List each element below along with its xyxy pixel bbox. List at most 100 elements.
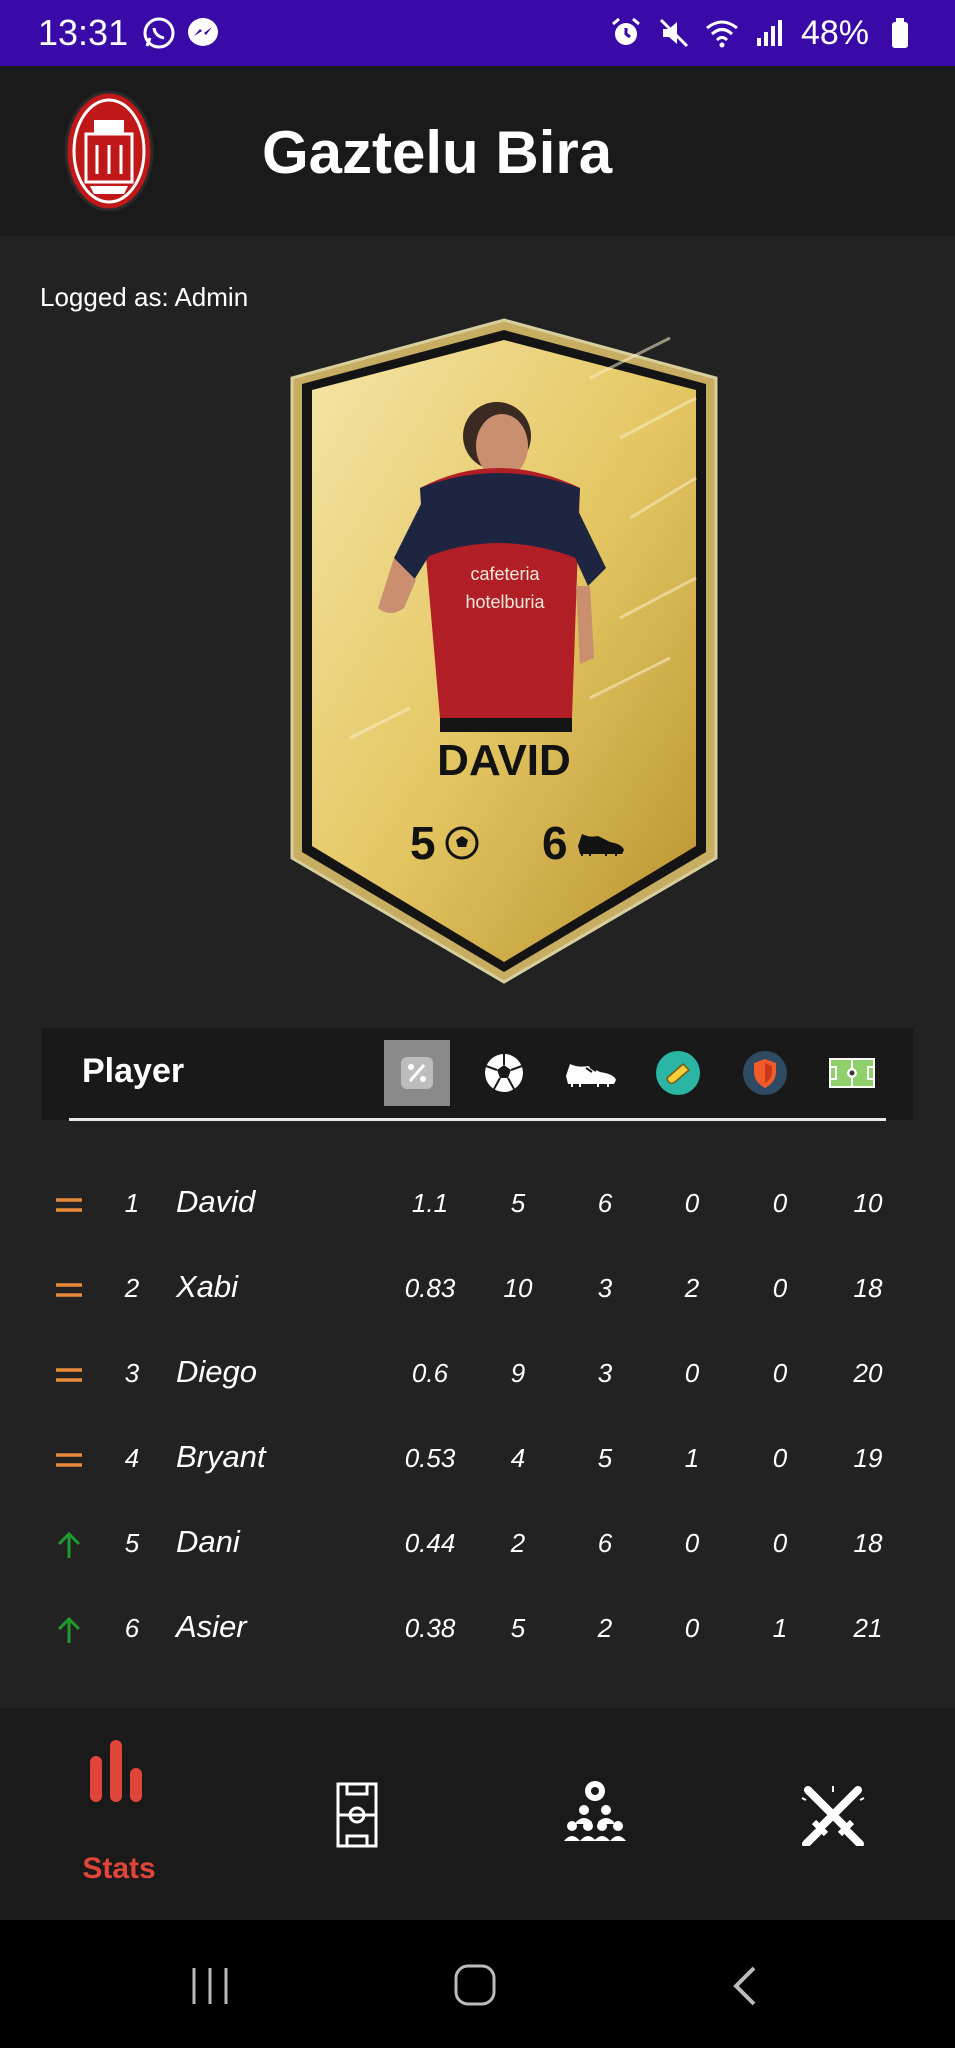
- club-logo: [64, 90, 154, 212]
- sort-whistle-button[interactable]: [645, 1040, 711, 1106]
- row-cell: 0: [684, 1613, 700, 1643]
- row-cell: 0: [772, 1528, 788, 1558]
- row-cell: 1.1: [411, 1188, 449, 1218]
- signal-icon: [756, 20, 782, 46]
- team-icon: [564, 1781, 626, 1841]
- row-cell: 0.38: [404, 1613, 456, 1643]
- boot-icon: [566, 1064, 616, 1087]
- row-cell: 0: [772, 1443, 788, 1473]
- card-assists: 6: [542, 816, 626, 870]
- row-cell: 5: [597, 1443, 613, 1473]
- row-cell: 3: [597, 1358, 613, 1388]
- table-row[interactable]: 6 Asier 0.38 5 2 0 1 21: [0, 1591, 955, 1676]
- recent-apps-icon[interactable]: [188, 1964, 232, 2008]
- wifi-icon: [706, 20, 738, 48]
- row-player-name: Dani: [176, 1524, 240, 1559]
- battery-percent: 48%: [800, 13, 869, 52]
- sort-assists-button[interactable]: [558, 1040, 624, 1106]
- row-cell: 0: [772, 1188, 788, 1218]
- row-player-name: David: [176, 1184, 256, 1219]
- row-rank: 1: [124, 1188, 140, 1218]
- table-row[interactable]: 3 Diego 0.6 9 3 0 0 20: [0, 1336, 955, 1421]
- whatsapp-icon: [143, 17, 175, 49]
- row-cell: 0.83: [404, 1273, 456, 1303]
- row-cell: 6: [597, 1528, 613, 1558]
- mute-icon: [659, 18, 688, 48]
- row-cell: 1: [684, 1443, 700, 1473]
- alarm-icon: [611, 17, 640, 45]
- pitch-icon: [829, 1058, 875, 1088]
- row-rank: 3: [124, 1358, 140, 1388]
- logged-as-label: Logged as: Admin: [40, 282, 249, 312]
- nav-field[interactable]: [238, 1708, 476, 1920]
- row-rank: 5: [124, 1528, 140, 1558]
- status-time: 13:31: [38, 12, 129, 53]
- card-goals: 5: [410, 816, 480, 870]
- row-rank: 6: [124, 1613, 140, 1643]
- app-bar: Gaztelu Bira: [0, 66, 955, 236]
- nav-stats[interactable]: Stats: [0, 1708, 238, 1920]
- ball-icon: [445, 826, 479, 860]
- sort-matches-button[interactable]: [819, 1040, 885, 1106]
- row-player-name: Asier: [176, 1609, 247, 1644]
- crossed-swords-icon: [801, 1786, 865, 1846]
- trend-equal-icon: [56, 1453, 82, 1467]
- nav-stats-label: Stats: [82, 1852, 156, 1885]
- back-icon[interactable]: [726, 1964, 762, 2008]
- whistle-icon: [656, 1051, 700, 1095]
- row-cell: 0: [684, 1358, 700, 1388]
- app-title: Gaztelu Bira: [262, 119, 613, 186]
- sort-goals-button[interactable]: [471, 1040, 537, 1106]
- row-cell: 5: [510, 1613, 526, 1643]
- row-cell: 18: [853, 1528, 883, 1558]
- bar-chart-icon: [90, 1740, 142, 1802]
- header-player-label: Player: [82, 1052, 185, 1090]
- card-frame: cafeteria hotelburia: [290, 318, 718, 984]
- trend-equal-icon: [56, 1283, 82, 1297]
- row-cell: 2: [684, 1273, 700, 1303]
- messenger-icon: [188, 18, 219, 46]
- row-cell: 21: [853, 1613, 883, 1643]
- player-card[interactable]: cafeteria hotelburia DAVID 5 6: [290, 318, 718, 984]
- row-cell: 9: [510, 1358, 526, 1388]
- row-cell: 20: [853, 1358, 883, 1388]
- row-cell: 0: [772, 1358, 788, 1388]
- row-cell: 19: [853, 1443, 883, 1473]
- trend-equal-icon: [56, 1368, 82, 1382]
- row-cell: 10: [503, 1273, 533, 1303]
- sort-shield-button[interactable]: [732, 1040, 798, 1106]
- percent-icon: [401, 1057, 433, 1089]
- row-cell: 0: [684, 1188, 700, 1218]
- ball-icon: [485, 1054, 523, 1092]
- row-cell: 0.44: [404, 1528, 456, 1558]
- row-cell: 2: [597, 1613, 613, 1643]
- boot-icon: [577, 834, 624, 856]
- row-cell: 1: [772, 1613, 788, 1643]
- row-cell: 2: [510, 1528, 526, 1558]
- header-underline: [69, 1118, 886, 1121]
- home-icon[interactable]: [452, 1962, 498, 2008]
- battery-icon: [892, 18, 908, 48]
- row-cell: 0: [772, 1273, 788, 1303]
- table-row[interactable]: 2 Xabi 0.83 10 3 2 0 18: [0, 1251, 955, 1336]
- table-row[interactable]: 4 Bryant 0.53 4 5 1 0 19: [0, 1421, 955, 1506]
- row-cell: 5: [510, 1188, 526, 1218]
- row-player-name: Diego: [176, 1354, 257, 1389]
- nav-matches[interactable]: [714, 1708, 952, 1920]
- card-goals-value: 5: [410, 817, 436, 869]
- row-rank: 4: [124, 1443, 140, 1473]
- system-nav-bar: [0, 1920, 955, 2048]
- nav-team[interactable]: [476, 1708, 714, 1920]
- trend-up-icon: [57, 1531, 81, 1558]
- table-row[interactable]: 1 David 1.1 5 6 0 0 10: [0, 1166, 955, 1251]
- field-icon: [336, 1782, 378, 1848]
- row-player-name: Bryant: [176, 1439, 266, 1474]
- row-cell: 18: [853, 1273, 883, 1303]
- shield-icon: [743, 1051, 787, 1095]
- row-player-name: Xabi: [176, 1269, 239, 1304]
- svg-text:hotelburia: hotelburia: [465, 592, 545, 612]
- sort-percent-button[interactable]: [384, 1040, 450, 1106]
- row-cell: 6: [597, 1188, 613, 1218]
- status-bar: 13:31 48%: [0, 0, 955, 66]
- table-row[interactable]: 5 Dani 0.44 2 6 0 0 18: [0, 1506, 955, 1591]
